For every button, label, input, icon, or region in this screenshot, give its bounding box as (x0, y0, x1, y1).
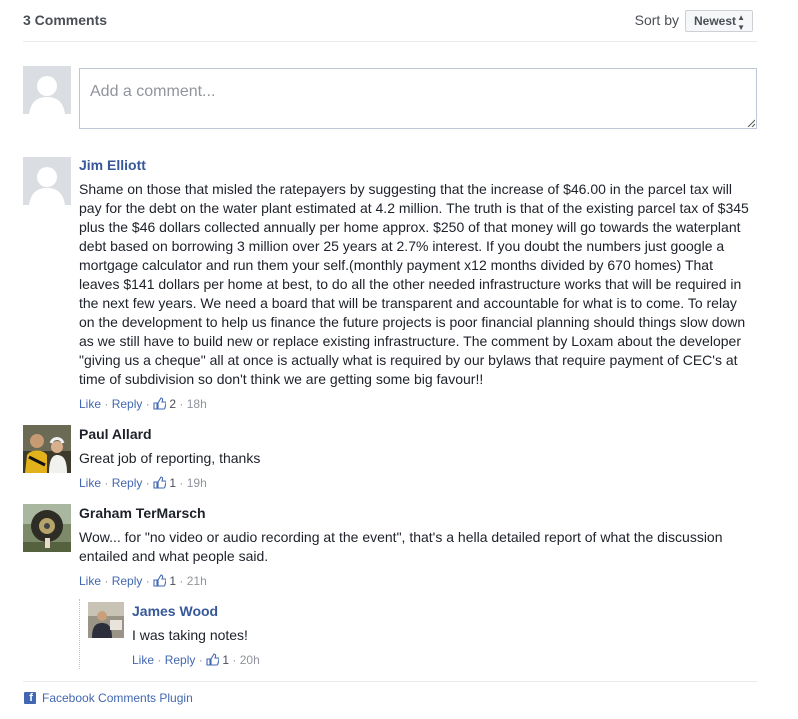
plugin-footer: f Facebook Comments Plugin (23, 681, 757, 705)
comment-author[interactable]: Paul Allard (79, 425, 152, 443)
avatar[interactable] (23, 504, 71, 552)
sort-select[interactable]: Newest ▲ ▼ (685, 10, 753, 32)
comment-compose-box[interactable] (79, 68, 757, 129)
comment-author[interactable]: Graham TerMarsch (79, 504, 206, 522)
comment-item: Graham TerMarsch Wow... for "no video or… (79, 504, 754, 589)
comments-header: 3 Comments Sort by Newest ▲ ▼ (23, 10, 757, 42)
comment-text: Wow... for "no video or audio recording … (79, 529, 723, 564)
thumbs-up-icon (206, 653, 220, 666)
thumbs-up-icon (153, 574, 167, 587)
comment-author[interactable]: Jim Elliott (79, 156, 146, 174)
sort-select-value: Newest (694, 14, 737, 28)
avatar[interactable] (23, 157, 71, 205)
thumbs-up-icon (153, 476, 167, 489)
current-user-avatar (23, 66, 71, 114)
comment-count: 3 Comments (23, 12, 108, 28)
avatar[interactable] (88, 602, 124, 638)
comments-plugin-link[interactable]: Facebook Comments Plugin (42, 691, 193, 705)
comment-item: Paul Allard Great job of reporting, than… (79, 425, 754, 491)
reply-link[interactable]: Reply (165, 653, 196, 667)
like-link[interactable]: Like (79, 476, 101, 490)
avatar[interactable] (23, 425, 71, 473)
comment-time[interactable]: 21h (187, 574, 207, 588)
comment-author[interactable]: James Wood (132, 602, 218, 620)
comment-text: I was taking notes! (132, 627, 248, 643)
reply-link[interactable]: Reply (112, 397, 143, 411)
comment-actions: Like · Reply · 1 · 19h (79, 476, 207, 490)
comment-time[interactable]: 19h (187, 476, 207, 490)
comment-text: Great job of reporting, thanks (79, 450, 261, 466)
like-link[interactable]: Like (79, 397, 101, 411)
comment-actions: Like · Reply · 2 · 18h (79, 397, 207, 411)
like-link[interactable]: Like (79, 574, 101, 588)
like-link[interactable]: Like (132, 653, 154, 667)
comment-text: Shame on those that misled the ratepayer… (79, 181, 749, 387)
facebook-icon: f (24, 692, 36, 704)
comment-time[interactable]: 18h (187, 397, 207, 411)
sort-arrows-icon: ▲ ▼ (737, 13, 745, 32)
resize-grip-icon[interactable] (747, 119, 755, 127)
comment-actions: Like · Reply · 1 · 21h (79, 574, 207, 588)
comment-input[interactable] (88, 71, 692, 113)
comment-item: Jim Elliott Shame on those that misled t… (79, 156, 754, 412)
reply-thread-line (79, 599, 81, 669)
reply-link[interactable]: Reply (112, 574, 143, 588)
comment-actions: Like · Reply · 1 · 20h (132, 653, 260, 667)
reply-item: James Wood I was taking notes! Like · Re… (132, 602, 752, 668)
comment-time[interactable]: 20h (240, 653, 260, 667)
reply-link[interactable]: Reply (112, 476, 143, 490)
sort-by-label: Sort by (634, 12, 679, 28)
thumbs-up-icon (153, 397, 167, 410)
